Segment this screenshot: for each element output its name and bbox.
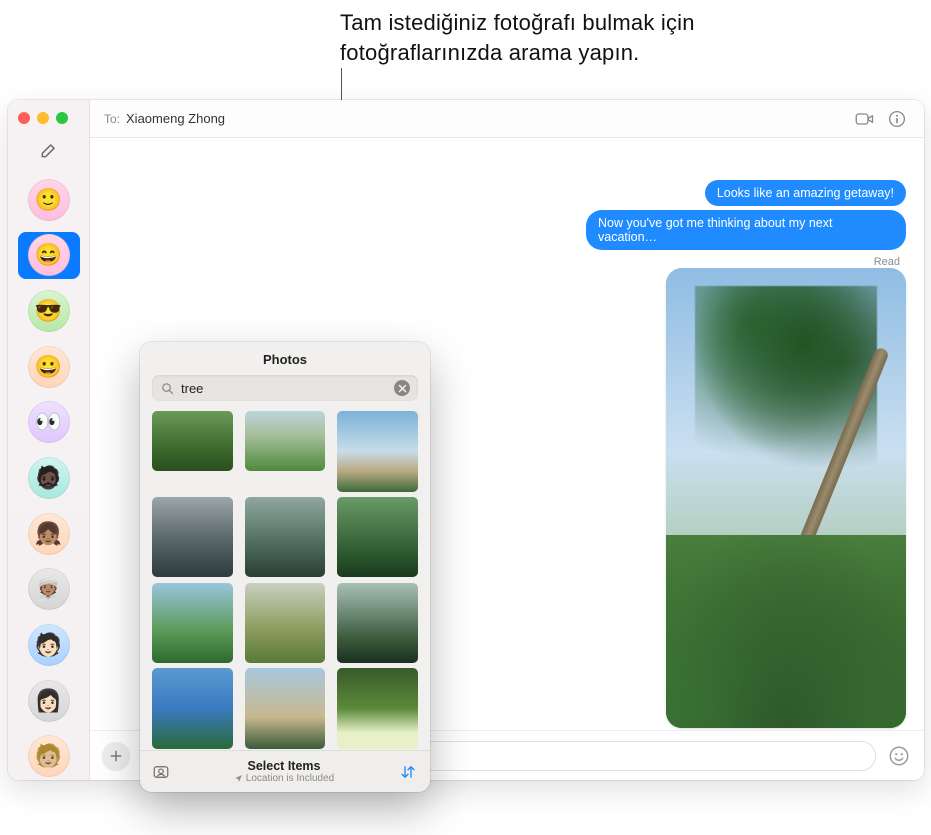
avatar: 👳🏽 <box>28 568 70 610</box>
conversation-list[interactable]: 🙂 😄 😎 😀 👀 🧔🏿 👧🏽 👳🏽 🧑🏻 👩🏻 🧑🏼 <box>8 176 89 780</box>
avatar: 😄 <box>28 234 70 276</box>
photo-thumbnail[interactable] <box>245 411 326 471</box>
recipient-name[interactable]: Xiaomeng Zhong <box>126 111 846 126</box>
callout-text: Tam istediğiniz fotoğrafı bulmak için fo… <box>340 8 770 67</box>
message-bubble[interactable]: Now you've got me thinking about my next… <box>586 210 906 250</box>
window-controls <box>8 106 78 134</box>
conversation-item[interactable]: 🧑🏼 <box>18 732 80 780</box>
compose-icon <box>39 140 59 160</box>
footer-select-items[interactable]: Select Items <box>180 759 388 773</box>
conversation-item[interactable]: 😀 <box>18 343 80 391</box>
sent-messages: Looks like an amazing getaway! Now you'v… <box>586 180 906 268</box>
smiley-icon <box>888 745 910 767</box>
conversation-item[interactable]: 🙂 <box>18 176 80 224</box>
memoji-stickers-button[interactable] <box>152 763 170 781</box>
avatar: 👀 <box>28 401 70 443</box>
conversation-item[interactable]: 👧🏽 <box>18 510 80 558</box>
emoji-picker-button[interactable] <box>886 743 912 769</box>
message-bubble[interactable]: Looks like an amazing getaway! <box>705 180 906 206</box>
photos-picker-footer: Select Items Location is Included <box>140 750 430 792</box>
minimize-window-button[interactable] <box>37 112 49 124</box>
footer-location-note: Location is Included <box>180 773 388 784</box>
avatar: 😎 <box>28 290 70 332</box>
photo-thumbnail[interactable] <box>245 497 326 578</box>
photo-thumbnail[interactable] <box>337 583 418 664</box>
to-label: To: <box>104 112 120 126</box>
apps-button[interactable] <box>102 742 130 770</box>
photo-thumbnail[interactable] <box>337 668 418 749</box>
plus-icon <box>108 748 124 764</box>
conversation-item[interactable]: 😄 <box>18 232 80 280</box>
memoji-icon <box>152 763 170 781</box>
photos-search-input[interactable] <box>181 381 394 396</box>
avatar: 🙂 <box>28 179 70 221</box>
search-icon <box>160 381 175 396</box>
conversation-item[interactable]: 😎 <box>18 287 80 335</box>
photos-grid[interactable] <box>140 411 430 750</box>
read-receipt: Read <box>874 256 906 268</box>
conversation-item[interactable]: 👀 <box>18 399 80 447</box>
info-icon <box>887 110 907 128</box>
compose-button[interactable] <box>18 134 80 176</box>
photo-thumbnail[interactable] <box>337 411 418 492</box>
avatar: 👧🏽 <box>28 513 70 555</box>
conversation-item[interactable]: 🧔🏿 <box>18 454 80 502</box>
zoom-window-button[interactable] <box>56 112 68 124</box>
photo-thumbnail[interactable] <box>152 497 233 578</box>
photo-thumbnail[interactable] <box>245 583 326 664</box>
avatar: 👩🏻 <box>28 680 70 722</box>
photo-thumbnail[interactable] <box>245 668 326 749</box>
photo-thumbnail[interactable] <box>152 668 233 749</box>
avatar: 🧔🏿 <box>28 457 70 499</box>
x-icon <box>398 384 407 393</box>
photo-attachment[interactable] <box>666 268 906 728</box>
avatar: 🧑🏻 <box>28 624 70 666</box>
conversation-item[interactable]: 👩🏻 <box>18 677 80 725</box>
location-arrow-icon <box>234 774 243 783</box>
photos-picker-popover: Photos Select Items Location is Included <box>140 342 430 792</box>
photo-thumbnail[interactable] <box>337 497 418 578</box>
close-window-button[interactable] <box>18 112 30 124</box>
conversation-item[interactable]: 🧑🏻 <box>18 621 80 669</box>
sidebar: 🙂 😄 😎 😀 👀 🧔🏿 👧🏽 👳🏽 🧑🏻 👩🏻 🧑🏼 <box>8 100 90 780</box>
details-button[interactable] <box>884 110 910 128</box>
photo-thumbnail[interactable] <box>152 411 233 471</box>
photo-thumbnail[interactable] <box>152 583 233 664</box>
search-wrap <box>140 375 430 411</box>
conversation-item[interactable]: 👳🏽 <box>18 565 80 613</box>
avatar: 🧑🏼 <box>28 735 70 777</box>
conversation-header: To: Xiaomeng Zhong <box>90 100 924 138</box>
photos-search-field[interactable] <box>152 375 418 401</box>
clear-search-button[interactable] <box>394 380 410 396</box>
facetime-video-button[interactable] <box>852 110 878 128</box>
photos-picker-title: Photos <box>140 342 430 375</box>
avatar: 😀 <box>28 346 70 388</box>
sort-arrows-icon <box>399 763 417 781</box>
sort-button[interactable] <box>398 763 418 781</box>
video-camera-icon <box>855 110 875 128</box>
